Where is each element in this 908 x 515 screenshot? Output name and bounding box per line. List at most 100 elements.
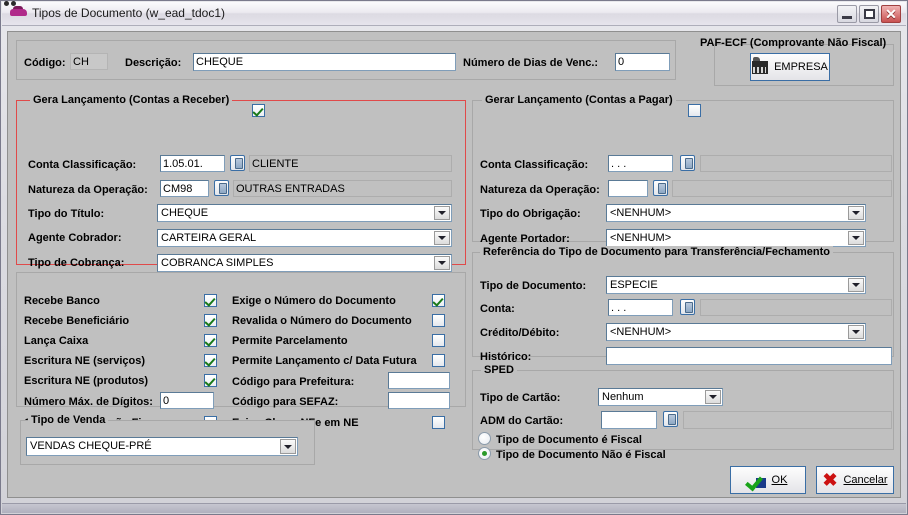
referencia-tipo-documento-value: ESPECIE xyxy=(610,279,658,291)
tipo-venda-combo[interactable]: VENDAS CHEQUE-PRÉ xyxy=(26,437,298,456)
referencia-conta-label: Conta: xyxy=(480,303,515,315)
maximize-button[interactable] xyxy=(859,5,879,23)
empresa-button[interactable]: EMPRESA xyxy=(750,53,830,81)
cancel-button[interactable]: ✖ Cancelar xyxy=(816,466,894,494)
pagar-natureza-lookup-icon[interactable] xyxy=(653,180,668,196)
dias-venc-label: Número de Dias de Venc.: xyxy=(463,57,599,69)
factory-icon xyxy=(752,56,769,74)
option-checkbox-escritura-ne-produtos[interactable] xyxy=(204,374,217,387)
window-controls: ✕ xyxy=(837,5,901,23)
referencia-credito-debito-combo[interactable]: <NENHUM> xyxy=(606,323,866,341)
option-checkbox-permite-lancamento-data-futura[interactable] xyxy=(432,354,445,367)
receber-tipo-cobranca-label: Tipo de Cobrança: xyxy=(28,257,125,269)
pagar-agente-portador-combo[interactable]: <NENHUM> xyxy=(606,229,866,247)
option-checkbox-revalida-numero-documento[interactable] xyxy=(432,314,445,327)
chevron-down-icon[interactable] xyxy=(280,439,296,454)
chevron-down-icon[interactable] xyxy=(705,390,721,404)
radio-nao-fiscal-label: Tipo de Documento Não é Fiscal xyxy=(496,449,666,461)
referencia-credito-debito-label: Crédito/Débito: xyxy=(480,327,560,339)
codigo-prefeitura-field[interactable] xyxy=(388,372,450,389)
contas-pagar-checkbox[interactable] xyxy=(688,104,701,117)
option-label-permite-lancamento-data-futura: Permite Lançamento c/ Data Futura xyxy=(232,355,417,367)
option-checkbox-escritura-ne-servicos[interactable] xyxy=(204,354,217,367)
option-label-permite-parcelamento: Permite Parcelamento xyxy=(232,335,348,347)
pagar-tipo-obrigacao-combo[interactable]: <NENHUM> xyxy=(606,204,866,222)
chevron-down-icon[interactable] xyxy=(848,206,864,220)
referencia-tipo-documento-label: Tipo de Documento: xyxy=(480,280,587,292)
client-area: Código: CH Descrição: CHEQUE Número de D… xyxy=(7,31,901,498)
exige-chave-nfe-checkbox[interactable] xyxy=(432,416,445,429)
contas-receber-title: Gera Lançamento (Contas a Receber) xyxy=(30,94,233,106)
descricao-field[interactable]: CHEQUE xyxy=(193,53,456,71)
pagar-conta-classificacao-desc xyxy=(700,155,892,172)
radio-tipo-documento-fiscal[interactable] xyxy=(478,432,491,445)
chevron-down-icon[interactable] xyxy=(848,231,864,245)
receber-agente-cobrador-combo[interactable]: CARTEIRA GERAL xyxy=(157,229,452,247)
option-checkbox-recebe-banco[interactable] xyxy=(204,294,217,307)
pagar-tipo-obrigacao-label: Tipo do Obrigação: xyxy=(480,208,581,220)
option-label-revalida-numero-documento: Revalida o Número do Documento xyxy=(232,315,412,327)
codigo-sefaz-field[interactable] xyxy=(388,392,450,409)
radio-tipo-documento-nao-fiscal[interactable] xyxy=(478,447,491,460)
pagar-natureza-desc xyxy=(672,180,892,197)
referencia-conta-field[interactable]: . . . xyxy=(608,299,673,316)
contas-receber-checkbox[interactable] xyxy=(252,104,265,117)
sped-adm-cartao-lookup-icon[interactable] xyxy=(663,411,678,427)
chevron-down-icon[interactable] xyxy=(434,256,450,270)
receber-tipo-cobranca-combo[interactable]: COBRANCA SIMPLES xyxy=(157,254,452,272)
referencia-conta-lookup-icon[interactable] xyxy=(680,299,695,315)
chevron-down-icon[interactable] xyxy=(848,278,864,292)
referencia-historico-field[interactable] xyxy=(606,347,892,365)
sped-tipo-cartao-combo[interactable]: Nenhum xyxy=(598,388,723,406)
receber-natureza-field[interactable]: CM98 xyxy=(160,180,209,197)
codigo-sefaz-label: Código para SEFAZ: xyxy=(232,396,339,408)
receber-agente-cobrador-value: CARTEIRA GERAL xyxy=(161,232,257,244)
minimize-button[interactable] xyxy=(837,5,857,23)
check-icon xyxy=(744,472,766,491)
dias-venc-field[interactable]: 0 xyxy=(615,53,670,71)
num-max-digitos-field[interactable]: 0 xyxy=(160,392,214,409)
option-checkbox-lanca-caixa[interactable] xyxy=(204,334,217,347)
sped-adm-cartao-label: ADM do Cartão: xyxy=(480,415,564,427)
receber-tipo-titulo-combo[interactable]: CHEQUE xyxy=(157,204,452,222)
x-icon: ✖ xyxy=(822,469,838,490)
ok-button[interactable]: OK xyxy=(730,466,806,494)
title-bar[interactable]: Tipos de Documento (w_ead_tdoc1) ✕ xyxy=(2,1,906,26)
chevron-down-icon[interactable] xyxy=(434,206,450,220)
receber-tipo-cobranca-value: COBRANCA SIMPLES xyxy=(161,257,274,269)
option-checkbox-recebe-beneficiario[interactable] xyxy=(204,314,217,327)
codigo-label: Código: xyxy=(24,57,66,69)
referencia-tipo-documento-combo[interactable]: ESPECIE xyxy=(606,276,866,294)
option-checkbox-permite-parcelamento[interactable] xyxy=(432,334,445,347)
receber-conta-classificacao-field[interactable]: 1.05.01. xyxy=(160,155,225,172)
contas-pagar-title: Gerar Lançamento (Contas a Pagar) xyxy=(482,94,676,106)
pagar-natureza-field[interactable] xyxy=(608,180,648,197)
option-label-escritura-ne-servicos: Escritura NE (serviços) xyxy=(24,355,146,367)
window-title: Tipos de Documento (w_ead_tdoc1) xyxy=(32,6,225,20)
chevron-down-icon[interactable] xyxy=(848,325,864,339)
option-label-lanca-caixa: Lança Caixa xyxy=(24,335,89,347)
sped-adm-cartao-field[interactable] xyxy=(601,411,657,429)
chevron-down-icon[interactable] xyxy=(434,231,450,245)
receber-conta-classificacao-desc: CLIENTE xyxy=(249,155,452,172)
receber-natureza-label: Natureza da Operação: xyxy=(28,184,148,196)
codigo-field[interactable]: CH xyxy=(70,53,108,70)
status-bar xyxy=(2,503,906,513)
option-label-recebe-banco: Recebe Banco xyxy=(24,295,100,307)
receber-tipo-titulo-value: CHEQUE xyxy=(161,207,209,219)
pagar-conta-lookup-icon[interactable] xyxy=(680,155,695,171)
receber-natureza-desc: OUTRAS ENTRADAS xyxy=(233,180,452,197)
empresa-button-label: EMPRESA xyxy=(774,61,828,73)
sped-tipo-cartao-value: Nenhum xyxy=(602,391,644,403)
receber-conta-lookup-icon[interactable] xyxy=(230,155,245,171)
referencia-conta-desc xyxy=(700,299,892,316)
close-icon[interactable]: ✕ xyxy=(881,5,901,23)
codigo-prefeitura-label: Código para Prefeitura: xyxy=(232,376,355,388)
pagar-tipo-obrigacao-value: <NENHUM> xyxy=(610,207,672,219)
option-checkbox-exige-numero-documento[interactable] xyxy=(432,294,445,307)
receber-natureza-lookup-icon[interactable] xyxy=(214,180,229,196)
referencia-title: Referência do Tipo de Documento para Tra… xyxy=(480,246,833,258)
pagar-natureza-label: Natureza da Operação: xyxy=(480,184,600,196)
paf-ecf-title: PAF-ECF (Comprovante Não Fiscal) xyxy=(700,37,887,49)
pagar-conta-classificacao-field[interactable]: . . . xyxy=(608,155,673,172)
